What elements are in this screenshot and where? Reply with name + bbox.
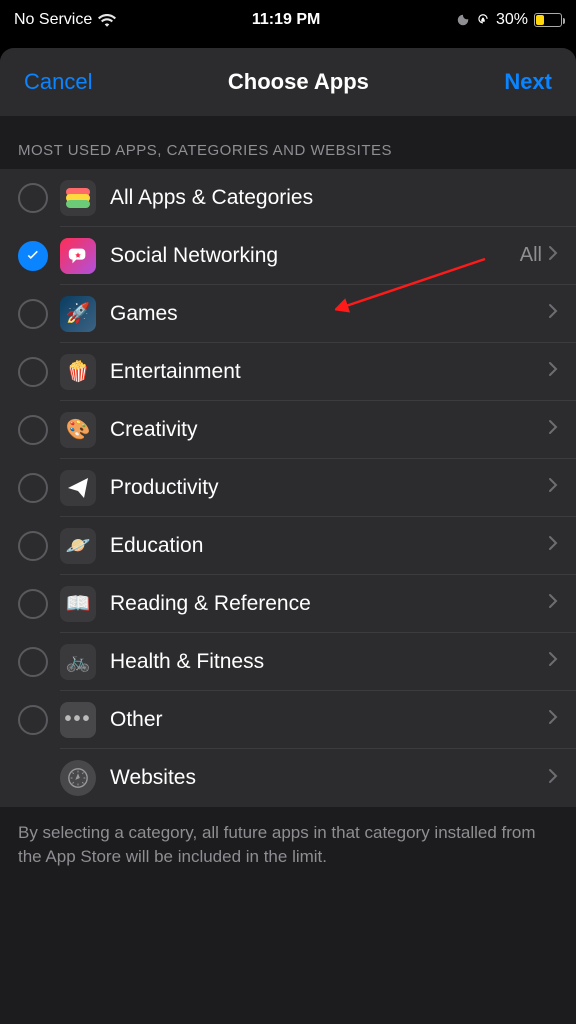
chevron-right-icon — [548, 709, 558, 730]
popcorn-icon: 🍿 — [60, 354, 96, 390]
row-label: All Apps & Categories — [110, 186, 558, 210]
chevron-right-icon — [548, 361, 558, 382]
paper-plane-icon — [60, 470, 96, 506]
row-label: Reading & Reference — [110, 592, 548, 616]
modal-sheet: Cancel Choose Apps Next MOST USED APPS, … — [0, 48, 576, 1024]
next-button[interactable]: Next — [504, 69, 552, 95]
radio-unchecked[interactable] — [18, 705, 48, 735]
palette-icon: 🎨 — [60, 412, 96, 448]
row-label: Creativity — [110, 418, 548, 442]
chevron-right-icon — [548, 245, 558, 266]
book-icon: 📖 — [60, 586, 96, 622]
carrier-text: No Service — [14, 11, 92, 29]
radio-unchecked[interactable] — [18, 473, 48, 503]
row-games[interactable]: 🚀 Games — [0, 285, 576, 343]
row-label: Other — [110, 708, 548, 732]
status-left: No Service — [14, 11, 116, 29]
row-other[interactable]: ••• Other — [0, 691, 576, 749]
rocket-icon: 🚀 — [60, 296, 96, 332]
radio-unchecked[interactable] — [18, 589, 48, 619]
radio-unchecked[interactable] — [18, 531, 48, 561]
chevron-right-icon — [548, 651, 558, 672]
row-label: Health & Fitness — [110, 650, 548, 674]
row-all-apps[interactable]: All Apps & Categories — [0, 169, 576, 227]
compass-icon — [60, 760, 96, 796]
bicycle-icon: 🚲 — [60, 644, 96, 680]
cancel-button[interactable]: Cancel — [24, 69, 92, 95]
ellipsis-icon: ••• — [60, 702, 96, 738]
chevron-right-icon — [548, 535, 558, 556]
orientation-lock-icon — [476, 13, 490, 27]
row-entertainment[interactable]: 🍿 Entertainment — [0, 343, 576, 401]
row-label: Games — [110, 302, 548, 326]
row-detail: All — [520, 244, 542, 267]
category-list: All Apps & Categories Social Networking … — [0, 169, 576, 807]
row-education[interactable]: 🪐 Education — [0, 517, 576, 575]
radio-unchecked[interactable] — [18, 647, 48, 677]
row-label: Education — [110, 534, 548, 558]
layers-icon — [60, 180, 96, 216]
chevron-right-icon — [548, 303, 558, 324]
status-time: 11:19 PM — [252, 11, 320, 29]
row-websites[interactable]: Websites — [0, 749, 576, 807]
chevron-right-icon — [548, 593, 558, 614]
radio-unchecked[interactable] — [18, 183, 48, 213]
planet-icon: 🪐 — [60, 528, 96, 564]
battery-icon — [534, 13, 562, 27]
footer-note: By selecting a category, all future apps… — [0, 807, 576, 969]
do-not-disturb-icon — [456, 13, 470, 27]
nav-bar: Cancel Choose Apps Next — [0, 48, 576, 116]
row-productivity[interactable]: Productivity — [0, 459, 576, 517]
chevron-right-icon — [548, 477, 558, 498]
status-bar: No Service 11:19 PM 30% — [0, 0, 576, 40]
social-icon — [60, 238, 96, 274]
chevron-right-icon — [548, 419, 558, 440]
chevron-right-icon — [548, 768, 558, 789]
radio-unchecked[interactable] — [18, 415, 48, 445]
row-label: Websites — [110, 766, 548, 790]
radio-checked[interactable] — [18, 241, 48, 271]
nav-title: Choose Apps — [228, 69, 369, 95]
row-label: Productivity — [110, 476, 548, 500]
row-creativity[interactable]: 🎨 Creativity — [0, 401, 576, 459]
wifi-icon — [98, 13, 116, 27]
row-health[interactable]: 🚲 Health & Fitness — [0, 633, 576, 691]
row-label: Entertainment — [110, 360, 548, 384]
status-right: 30% — [456, 11, 562, 29]
row-reading[interactable]: 📖 Reading & Reference — [0, 575, 576, 633]
battery-percent: 30% — [496, 11, 528, 29]
row-label: Social Networking — [110, 244, 520, 268]
row-social[interactable]: Social Networking All — [0, 227, 576, 285]
radio-unchecked[interactable] — [18, 357, 48, 387]
radio-unchecked[interactable] — [18, 299, 48, 329]
section-header: MOST USED APPS, CATEGORIES AND WEBSITES — [0, 116, 576, 169]
